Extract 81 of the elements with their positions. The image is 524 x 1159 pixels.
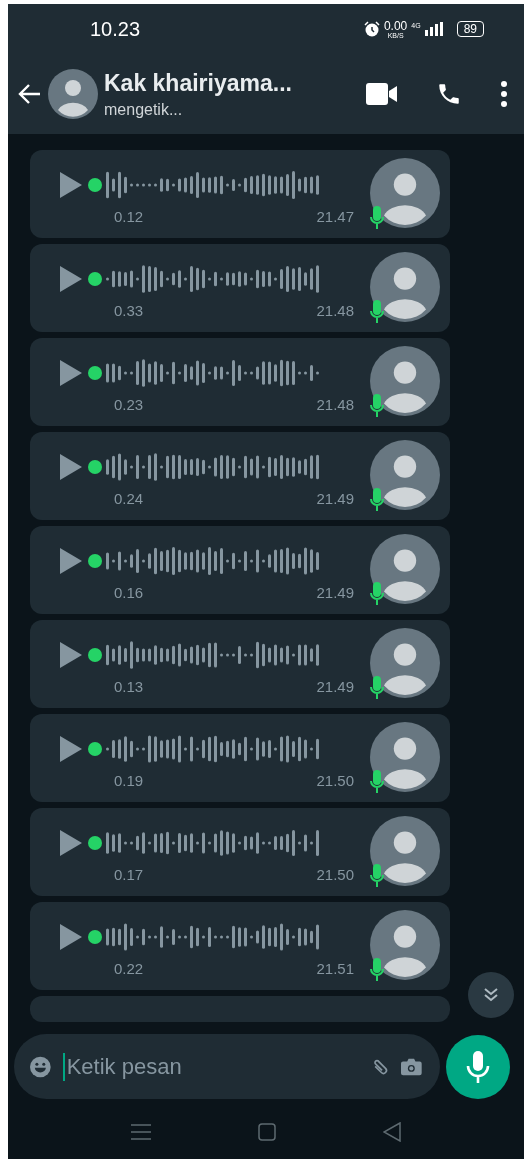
microphone-icon — [370, 864, 384, 888]
voice-message-bubble[interactable]: 0.23 21.48 — [30, 338, 450, 426]
status-time: 10.23 — [90, 17, 142, 41]
voice-message-bubble[interactable]: 0.17 21.50 — [30, 808, 450, 896]
message-time: 21.49 — [316, 490, 354, 507]
message-input-field[interactable]: Ketik pesan — [62, 1052, 357, 1081]
home-icon[interactable] — [258, 1122, 276, 1141]
avatar-icon — [370, 910, 440, 980]
play-icon[interactable] — [60, 172, 82, 198]
back-arrow-icon[interactable] — [18, 82, 42, 106]
voice-message-bubble[interactable]: 0.13 21.49 — [30, 620, 450, 708]
avatar-icon — [370, 816, 440, 886]
avatar-icon — [370, 346, 440, 416]
playback-thumb[interactable] — [88, 836, 102, 850]
playback-thumb[interactable] — [88, 366, 102, 380]
message-time: 21.47 — [316, 208, 354, 225]
message-time: 21.50 — [316, 772, 354, 789]
play-icon[interactable] — [60, 266, 82, 292]
playback-thumb[interactable] — [88, 178, 102, 192]
avatar-icon — [370, 534, 440, 604]
voice-message-bubble[interactable]: 0.33 21.48 — [30, 244, 450, 332]
microphone-icon — [370, 676, 384, 700]
playback-position: 0.17 — [114, 866, 144, 883]
voice-message-bubble[interactable]: 0.16 21.49 — [30, 526, 450, 614]
more-options-icon[interactable] — [500, 81, 508, 107]
microphone-icon — [370, 770, 384, 794]
playback-thumb[interactable] — [88, 742, 102, 756]
play-icon[interactable] — [60, 736, 82, 762]
microphone-icon — [370, 300, 384, 324]
message-time: 21.48 — [316, 396, 354, 413]
voice-message-bubble[interactable]: 0.19 21.50 — [30, 714, 450, 802]
avatar-icon — [370, 628, 440, 698]
play-icon[interactable] — [60, 830, 82, 856]
microphone-icon — [370, 582, 384, 606]
play-icon[interactable] — [60, 924, 82, 950]
network-speed: 0.00 — [383, 19, 408, 32]
playback-thumb[interactable] — [88, 930, 102, 944]
playback-thumb[interactable] — [88, 460, 102, 474]
playback-position: 0.12 — [114, 208, 144, 225]
microphone-icon — [370, 394, 384, 418]
playback-position: 0.23 — [114, 396, 144, 413]
playback-thumb[interactable] — [88, 554, 102, 568]
avatar-icon — [370, 158, 440, 228]
typing-status: mengetik... — [104, 100, 184, 119]
avatar-icon — [370, 722, 440, 792]
play-icon[interactable] — [60, 454, 82, 480]
contact-name[interactable]: Kak khairiyama... — [104, 69, 360, 97]
alarm-clock-icon — [363, 21, 380, 37]
voice-message-bubble[interactable]: 0.12 21.47 — [30, 150, 450, 238]
microphone-icon — [370, 206, 384, 230]
avatar-icon — [370, 252, 440, 322]
battery-level: 89 — [456, 21, 484, 37]
playback-position: 0.22 — [114, 960, 144, 977]
back-icon[interactable] — [382, 1121, 401, 1142]
play-icon[interactable] — [60, 360, 82, 386]
playback-position: 0.13 — [114, 678, 144, 695]
voice-message-bubble[interactable]: 0.24 21.49 — [30, 432, 450, 520]
microphone-icon — [465, 1050, 491, 1083]
scroll-down-button[interactable] — [468, 972, 514, 1018]
play-icon[interactable] — [60, 548, 82, 574]
microphone-icon — [370, 488, 384, 512]
message-time: 21.49 — [316, 584, 354, 601]
playback-position: 0.16 — [114, 584, 144, 601]
message-time: 21.48 — [316, 302, 354, 319]
microphone-icon — [370, 958, 384, 982]
playback-thumb[interactable] — [88, 648, 102, 662]
video-camera-icon[interactable] — [366, 83, 398, 105]
playback-position: 0.24 — [114, 490, 144, 507]
playback-position: 0.19 — [114, 772, 144, 789]
phone-icon[interactable] — [436, 81, 462, 107]
voice-message-bubble[interactable]: 0.22 21.51 — [30, 902, 450, 990]
message-composer[interactable]: Ketik pesan — [14, 1034, 440, 1099]
message-time: 21.49 — [316, 678, 354, 695]
play-icon[interactable] — [60, 642, 82, 668]
playback-position: 0.33 — [114, 302, 144, 319]
playback-thumb[interactable] — [88, 272, 102, 286]
avatar-icon — [370, 440, 440, 510]
signal-icon — [424, 22, 445, 36]
contact-avatar — [48, 69, 98, 119]
message-time: 21.50 — [316, 866, 354, 883]
message-time: 21.51 — [316, 960, 354, 977]
